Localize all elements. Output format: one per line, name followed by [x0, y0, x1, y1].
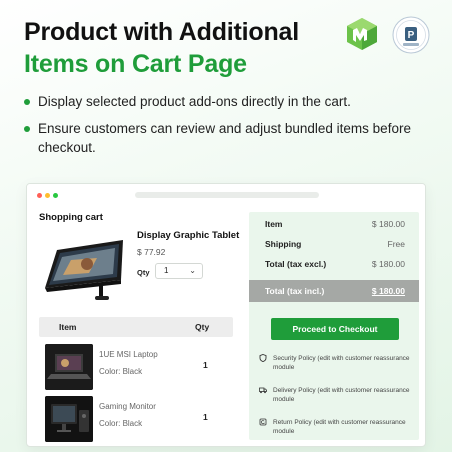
headline: Product with Additional Items on Cart Pa…	[24, 16, 299, 80]
feature-list: Display selected product add-ons directl…	[24, 92, 434, 165]
green-cube-logo-icon	[347, 18, 377, 50]
monitor-icon[interactable]	[45, 396, 93, 442]
bullet-dot-icon	[24, 126, 30, 132]
summary-label: Shipping	[265, 239, 302, 249]
return-icon	[259, 418, 267, 426]
quantity-value: 1	[164, 266, 169, 275]
address-bar[interactable]	[135, 192, 319, 198]
browser-topbar	[27, 184, 425, 206]
feature-text: Ensure customers can review and adjust b…	[38, 121, 411, 155]
feature-item: Ensure customers can review and adjust b…	[24, 119, 434, 157]
graphic-tablet-icon[interactable]	[39, 230, 129, 304]
policy-text: Security Policy (edit with customer reas…	[273, 355, 410, 371]
browser-window: Shopping cart Display Graphic Tablet $ 7…	[26, 183, 426, 447]
qty-label: Qty	[137, 268, 150, 277]
item-color: Color: Black	[99, 367, 143, 376]
minimize-dot-icon[interactable]	[45, 193, 50, 198]
items-table-header: Item Qty	[39, 317, 233, 337]
feature-item: Display selected product add-ons directl…	[24, 92, 434, 111]
item-name[interactable]: Gaming Monitor	[99, 402, 156, 411]
column-header-qty: Qty	[195, 322, 210, 332]
bullet-dot-icon	[24, 99, 30, 105]
summary-label: Total (tax excl.)	[265, 259, 327, 269]
summary-value: Free	[387, 239, 405, 249]
proceed-to-checkout-button[interactable]: Proceed to Checkout	[271, 318, 399, 340]
policy-text: Delivery Policy (edit with customer reas…	[273, 387, 410, 403]
table-row: Gaming Monitor Color: Black 1	[39, 394, 233, 446]
window-controls	[37, 193, 58, 198]
summary-row: Total (tax excl.) $ 180.00	[249, 256, 419, 274]
policy-text: Return Policy (edit with customer reassu…	[273, 419, 406, 435]
quantity-select[interactable]: 1 ⌄	[155, 263, 203, 279]
close-dot-icon[interactable]	[37, 193, 42, 198]
column-header-item: Item	[59, 322, 77, 332]
product-name[interactable]: Display Graphic Tablet	[137, 230, 239, 241]
chevron-down-icon: ⌄	[189, 266, 196, 275]
item-qty: 1	[203, 360, 208, 370]
prestashop-agency-badge-icon: P	[392, 16, 430, 54]
truck-icon	[259, 387, 267, 394]
total-label: Total (tax incl.)	[265, 286, 325, 296]
summary-row: Item $ 180.00	[249, 216, 419, 234]
item-qty: 1	[203, 412, 208, 422]
order-summary: Item $ 180.00 Shipping Free Total (tax e…	[249, 212, 419, 440]
total-row: Total (tax incl.) $ 180.00	[249, 280, 419, 302]
summary-value: $ 180.00	[371, 259, 405, 269]
feature-text: Display selected product add-ons directl…	[38, 94, 351, 109]
product-price: $ 77.92	[137, 247, 166, 257]
item-color: Color: Black	[99, 419, 143, 428]
headline-line-2: Items on Cart Page	[24, 50, 247, 78]
shield-icon	[259, 354, 267, 362]
table-row: 1UE MSI Laptop Color: Black 1	[39, 342, 233, 394]
badge-letter: P	[408, 30, 415, 41]
laptop-icon[interactable]	[45, 344, 93, 390]
summary-row: Shipping Free	[249, 236, 419, 254]
summary-value: $ 180.00	[371, 219, 405, 229]
maximize-dot-icon[interactable]	[53, 193, 58, 198]
total-value: $ 180.00	[371, 286, 405, 296]
item-name[interactable]: 1UE MSI Laptop	[99, 350, 158, 359]
headline-line-1: Product with Additional	[24, 18, 300, 46]
cart-title: Shopping cart	[39, 212, 103, 223]
summary-label: Item	[265, 219, 283, 229]
